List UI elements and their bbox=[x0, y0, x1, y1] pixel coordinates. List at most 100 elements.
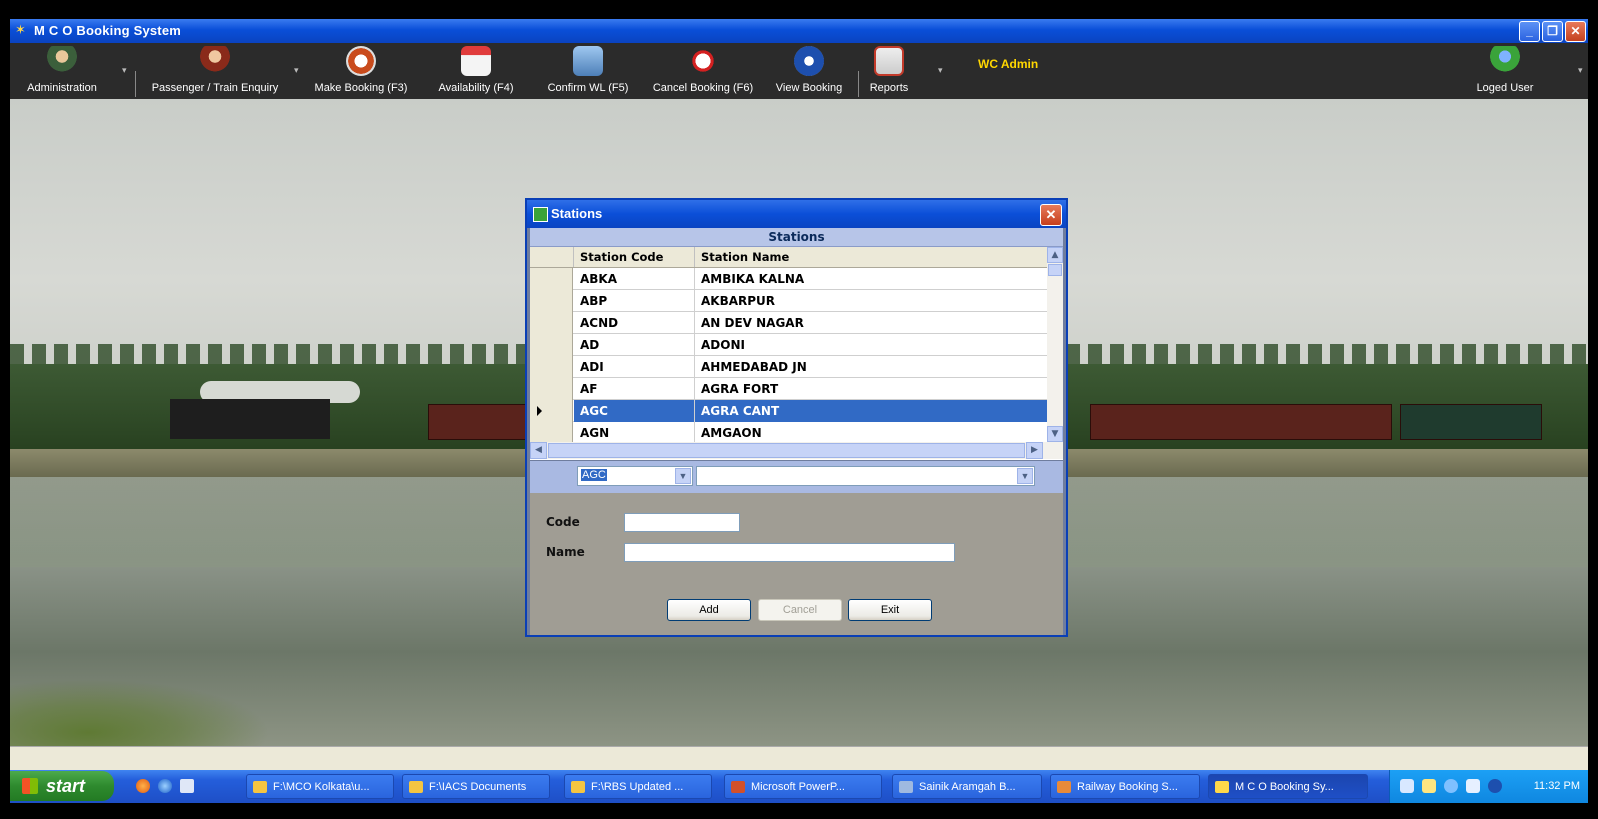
station-code-cell[interactable]: ACND bbox=[574, 312, 695, 334]
toolbar-passenger-enquiry[interactable]: Passenger / Train Enquiry bbox=[140, 43, 290, 99]
table-row[interactable]: AF AGRA FORT bbox=[530, 378, 1047, 400]
toolbar-confirm-wl[interactable]: Confirm WL (F5) bbox=[538, 43, 638, 99]
agent-icon bbox=[200, 46, 230, 76]
toolbar-loged-user[interactable]: Loged User bbox=[1472, 43, 1538, 99]
task-rbs-updated[interactable]: F:\RBS Updated ... bbox=[564, 774, 712, 799]
column-header-station-code[interactable]: Station Code bbox=[574, 247, 695, 267]
column-header-station-name[interactable]: Station Name bbox=[695, 247, 1047, 267]
station-code-combo[interactable]: AGC ▼ bbox=[577, 466, 693, 486]
horizontal-scroll-thumb[interactable] bbox=[548, 443, 1025, 458]
station-code-cell[interactable]: ABP bbox=[574, 290, 695, 312]
station-name-cell[interactable]: AN DEV NAGAR bbox=[695, 312, 1047, 334]
toolbar-label-view-booking: View Booking bbox=[775, 82, 843, 94]
grid-horizontal-scrollbar[interactable]: ◀ ▶ bbox=[530, 442, 1063, 459]
table-row[interactable]: ABKA AMBIKA KALNA bbox=[530, 268, 1047, 290]
toolbar-label-passenger-enquiry: Passenger / Train Enquiry bbox=[151, 82, 279, 94]
task-sainik-aramgah[interactable]: Sainik Aramgah B... bbox=[892, 774, 1042, 799]
dialog-title: Stations bbox=[551, 206, 603, 221]
train-car bbox=[1400, 404, 1542, 440]
row-selector[interactable] bbox=[530, 268, 573, 290]
search-icon[interactable] bbox=[1488, 779, 1502, 793]
row-selector[interactable] bbox=[530, 356, 573, 378]
table-row[interactable]: AD ADONI bbox=[530, 334, 1047, 356]
internet-explorer-icon[interactable] bbox=[158, 779, 172, 793]
toolbar-reports[interactable]: Reports bbox=[864, 43, 914, 99]
calendar-icon bbox=[461, 46, 491, 76]
station-code-cell[interactable]: ADI bbox=[574, 356, 695, 378]
cancel-button[interactable]: Cancel bbox=[758, 599, 842, 621]
station-name-cell[interactable]: AHMEDABAD JN bbox=[695, 356, 1047, 378]
station-code-cell[interactable]: AF bbox=[574, 378, 695, 400]
station-name-cell[interactable]: AMGAON bbox=[695, 422, 1047, 442]
station-name-cell[interactable]: AMBIKA KALNA bbox=[695, 268, 1047, 290]
station-code-cell[interactable]: ABKA bbox=[574, 268, 695, 290]
start-button[interactable]: start bbox=[10, 771, 114, 801]
grid-rows: ABKA AMBIKA KALNA ABP AKBARPUR ACND AN D… bbox=[530, 268, 1047, 442]
close-window-button[interactable]: ✕ bbox=[1565, 21, 1586, 42]
toolbar-availability[interactable]: Availability (F4) bbox=[426, 43, 526, 99]
toolbar-cancel-booking[interactable]: Cancel Booking (F6) bbox=[646, 43, 760, 99]
table-row[interactable]: ACND AN DEV NAGAR bbox=[530, 312, 1047, 334]
station-name-cell[interactable]: ADONI bbox=[695, 334, 1047, 356]
station-name-combo[interactable]: ▼ bbox=[696, 466, 1035, 486]
show-desktop-icon[interactable] bbox=[180, 779, 194, 793]
station-name-cell[interactable]: AGRA CANT bbox=[695, 400, 1047, 422]
network-icon[interactable] bbox=[1444, 779, 1458, 793]
row-selector[interactable] bbox=[530, 290, 573, 312]
table-row[interactable]: ADI AHMEDABAD JN bbox=[530, 356, 1047, 378]
dialog-close-button[interactable]: ✕ bbox=[1040, 204, 1062, 226]
grid-vertical-scrollbar[interactable]: ▲ ▼ bbox=[1047, 247, 1063, 442]
task-powerpoint[interactable]: Microsoft PowerP... bbox=[724, 774, 882, 799]
reports-dropdown-icon[interactable]: ▾ bbox=[938, 65, 943, 76]
volume-icon[interactable] bbox=[1466, 779, 1480, 793]
row-selector[interactable] bbox=[530, 378, 573, 400]
toolbar-administration[interactable]: Administration bbox=[12, 43, 112, 99]
exit-button[interactable]: Exit bbox=[848, 599, 932, 621]
toolbar-make-booking[interactable]: Make Booking (F3) bbox=[306, 43, 416, 99]
table-row[interactable]: AGN AMGAON bbox=[530, 422, 1047, 442]
scroll-down-icon[interactable]: ▼ bbox=[1047, 426, 1063, 442]
code-input[interactable] bbox=[624, 513, 740, 532]
row-selector[interactable] bbox=[530, 400, 573, 422]
grid-caption: Stations bbox=[530, 228, 1063, 247]
clock[interactable]: 11:32 PM bbox=[1534, 780, 1580, 792]
station-name-cell[interactable]: AKBARPUR bbox=[695, 290, 1047, 312]
station-name-cell[interactable]: AGRA FORT bbox=[695, 378, 1047, 400]
firefox-icon[interactable] bbox=[136, 779, 150, 793]
administration-dropdown-icon[interactable]: ▾ bbox=[122, 65, 127, 76]
tray-icon[interactable] bbox=[1422, 779, 1436, 793]
row-selector[interactable] bbox=[530, 334, 573, 356]
station-code-cell[interactable]: AGN bbox=[574, 422, 695, 442]
scroll-up-icon[interactable]: ▲ bbox=[1047, 247, 1063, 263]
help-icon[interactable] bbox=[1400, 779, 1414, 793]
user-dropdown-icon[interactable]: ▾ bbox=[1578, 65, 1583, 76]
restore-button[interactable]: ❐ bbox=[1542, 21, 1563, 42]
scroll-right-icon[interactable]: ▶ bbox=[1026, 442, 1043, 459]
chevron-down-icon[interactable]: ▼ bbox=[1017, 468, 1033, 484]
name-input[interactable] bbox=[624, 543, 955, 562]
scroll-left-icon[interactable]: ◀ bbox=[530, 442, 547, 459]
start-label: start bbox=[46, 776, 86, 796]
table-row[interactable]: ABP AKBARPUR bbox=[530, 290, 1047, 312]
station-code-cell[interactable]: AGC bbox=[574, 400, 695, 422]
task-mco-kolkata[interactable]: F:\MCO Kolkata\u... bbox=[246, 774, 394, 799]
app-window-icon bbox=[1057, 781, 1071, 793]
toolbar-view-booking[interactable]: View Booking bbox=[768, 43, 850, 99]
task-mco-booking-active[interactable]: M C O Booking Sy... bbox=[1208, 774, 1368, 799]
task-railway-booking[interactable]: Railway Booking S... bbox=[1050, 774, 1200, 799]
task-label: Microsoft PowerP... bbox=[751, 781, 845, 793]
windows-logo-icon bbox=[22, 778, 38, 794]
scroll-thumb[interactable] bbox=[1048, 264, 1062, 276]
station-form: Code Name Add Cancel Exit bbox=[530, 493, 1063, 635]
row-selector[interactable] bbox=[530, 422, 573, 442]
enquiry-dropdown-icon[interactable]: ▾ bbox=[294, 65, 299, 76]
app-window-icon bbox=[899, 781, 913, 793]
minimize-button[interactable]: _ bbox=[1519, 21, 1540, 42]
chevron-down-icon[interactable]: ▼ bbox=[675, 468, 691, 484]
grid-header: Station Code Station Name bbox=[530, 247, 1047, 268]
task-iacs-documents[interactable]: F:\IACS Documents bbox=[402, 774, 550, 799]
add-button[interactable]: Add bbox=[667, 599, 751, 621]
table-row-selected[interactable]: AGC AGRA CANT bbox=[530, 400, 1047, 422]
station-code-cell[interactable]: AD bbox=[574, 334, 695, 356]
row-selector[interactable] bbox=[530, 312, 573, 334]
